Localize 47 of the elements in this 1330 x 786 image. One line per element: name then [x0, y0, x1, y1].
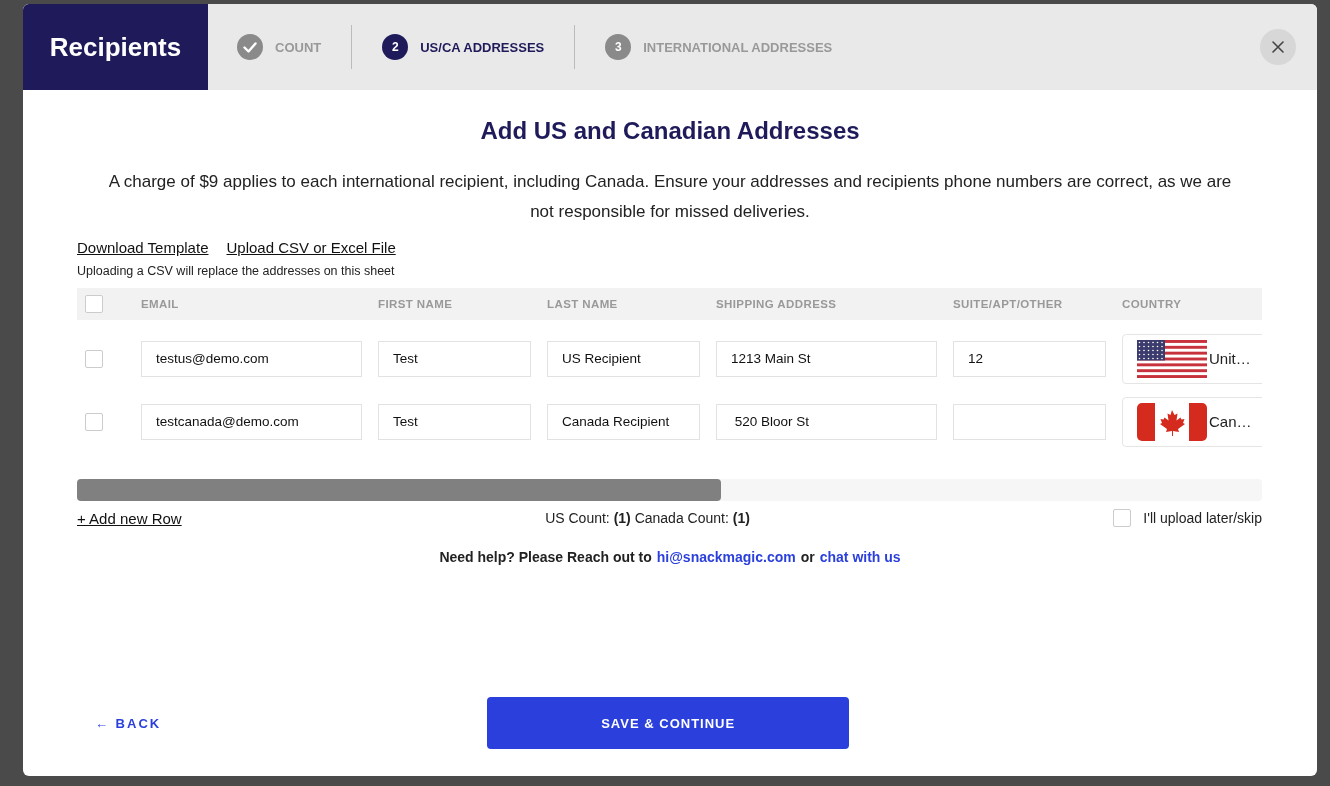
upload-note: Uploading a CSV will replace the addresses on this sheet [77, 264, 396, 278]
first-name-field[interactable]: Test [378, 403, 531, 440]
email-field[interactable]: testcanada@demo.com [141, 403, 362, 440]
suite-field[interactable]: 12 [953, 340, 1106, 377]
skip-checkbox[interactable] [1113, 509, 1132, 527]
first-name-field[interactable]: Test [378, 340, 531, 377]
column-header: LAST NAME [547, 298, 619, 310]
help-text: or [800, 549, 815, 565]
column-header: FIRST NAME [378, 298, 454, 310]
email-field[interactable]: testus@demo.com [141, 340, 362, 377]
step-number: 3 [605, 34, 632, 60]
address-field[interactable]: 520 Bloor St [716, 403, 937, 440]
close-button[interactable] [1260, 29, 1296, 65]
dialog-heading: Add US and Canadian Addresses [479, 117, 861, 145]
add-row-link[interactable]: + Add new Row [77, 509, 182, 527]
last-name-field[interactable]: US Recipient [547, 340, 700, 377]
charge-notice: A charge of $9 applies to each international recipient, including Canada. Ensure your addresses and recipients phone numbers are correct, as we are not responsible for missed deliveries. [107, 171, 1233, 223]
column-header: EMAIL [141, 298, 180, 310]
last-name-field[interactable]: Canada Recipient [547, 403, 700, 440]
dialog-title: Recipients [23, 4, 208, 90]
file-link[interactable]: Upload CSV or Excel File [226, 239, 396, 256]
skip-label: I'll upload later/skip [1143, 510, 1262, 526]
help-text: Need help? Please Reach out to [439, 549, 652, 565]
address-field[interactable]: 1213 Main St [716, 340, 937, 377]
scrollbar[interactable] [77, 479, 1262, 501]
column-header: SUITE/APT/OTHER [953, 298, 1064, 310]
step-tab[interactable]: 2 US/CA ADDRESSES [380, 34, 547, 60]
check-icon [237, 34, 263, 60]
column-header: COUNTRY [1122, 298, 1183, 310]
save-continue-button[interactable]: SAVE & CONTINUE [487, 697, 850, 749]
email-link[interactable]: hi@snackmagic.com [656, 549, 796, 565]
country-select[interactable]: Unit… [1122, 333, 1262, 384]
back-link[interactable]: ← BACK [95, 715, 162, 731]
chat-link[interactable]: chat with us [819, 549, 901, 565]
close-icon [1271, 40, 1285, 54]
flag-icon [1137, 339, 1207, 378]
scrollbar-thumb[interactable] [77, 479, 721, 501]
row-checkbox[interactable] [85, 349, 103, 368]
select-all-checkbox[interactable] [85, 295, 103, 313]
column-header: SHIPPING ADDRESS [716, 298, 838, 310]
step-number: 2 [382, 34, 409, 60]
recipient-counts: US Count: (1) Canada Count: (1) [545, 510, 750, 526]
country-select[interactable]: Can… [1122, 396, 1262, 447]
file-link[interactable]: Download Template [77, 239, 209, 256]
row-checkbox[interactable] [85, 412, 103, 431]
suite-field[interactable] [953, 403, 1106, 440]
flag-icon [1137, 402, 1207, 441]
